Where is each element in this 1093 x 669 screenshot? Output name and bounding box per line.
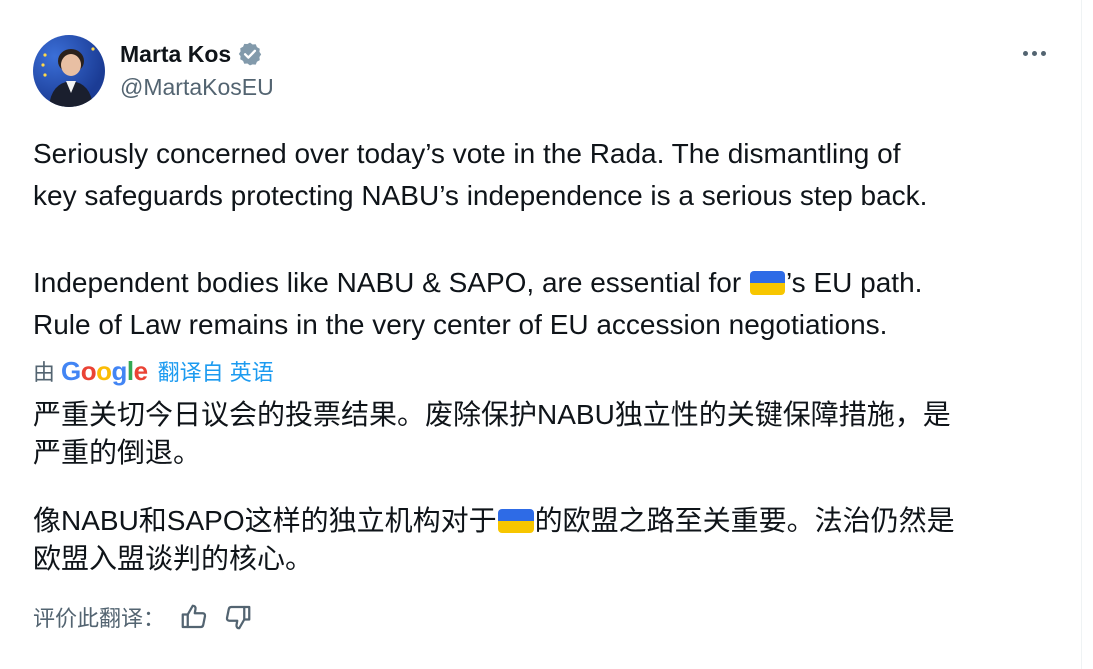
avatar[interactable] bbox=[33, 35, 105, 107]
translation-fragment: 像NABU和SAPO这样的独立机构对于 bbox=[33, 505, 497, 536]
thumbs-up-icon[interactable] bbox=[179, 602, 209, 632]
avatar-photo bbox=[41, 47, 95, 107]
translation-fragment: 的欧盟之路至关重要。法治仍然是 bbox=[534, 505, 955, 536]
author-handle[interactable]: @MartaKosEU bbox=[120, 74, 274, 101]
verified-badge-icon[interactable] bbox=[237, 41, 263, 67]
tweet-text-line: key safeguards protecting NABU’s indepen… bbox=[33, 180, 928, 211]
translated-by-row: 由 Google 翻译自 英语 bbox=[33, 354, 274, 388]
translation-paragraph-2: 像NABU和SAPO这样的独立机构对于 的欧盟之路至关重要。法治仍然是 欧盟入盟谈… bbox=[33, 502, 955, 578]
more-options-icon[interactable] bbox=[1016, 38, 1052, 68]
translation-line: 严重关切今日议会的投票结果。废除保护NABU独立性的关键保障措施，是 bbox=[33, 399, 951, 430]
tweet-text-line: Independent bodies like NABU & SAPO, are… bbox=[33, 262, 922, 304]
translated-by-label: 由 bbox=[33, 360, 56, 385]
translation-source-link[interactable]: 翻译自 英语 bbox=[158, 355, 274, 387]
tweet-text-line: Rule of Law remains in the very center o… bbox=[33, 309, 888, 340]
tweet-text-paragraph-2: Independent bodies like NABU & SAPO, are… bbox=[33, 262, 922, 346]
rate-translation-row: 评价此翻译： bbox=[33, 600, 253, 634]
thumbs-down-icon[interactable] bbox=[223, 602, 253, 632]
author-name[interactable]: Marta Kos bbox=[120, 41, 231, 68]
translation-paragraph-1: 严重关切今日议会的投票结果。废除保护NABU独立性的关键保障措施，是 严重的倒退… bbox=[33, 396, 951, 472]
tweet-card: Marta Kos @MartaKosEU Seriously concerne… bbox=[0, 0, 1082, 669]
tweet-text-fragment: Independent bodies like NABU & SAPO, are… bbox=[33, 267, 749, 298]
rate-translation-label: 评价此翻译： bbox=[33, 606, 166, 631]
ukraine-flag-icon bbox=[497, 509, 534, 533]
google-logo: Google bbox=[61, 355, 148, 386]
translation-line: 严重的倒退。 bbox=[33, 437, 202, 468]
translation-line: 欧盟入盟谈判的核心。 bbox=[33, 543, 314, 574]
tweet-text-line: Seriously concerned over today’s vote in… bbox=[33, 138, 901, 169]
tweet-text-fragment: ’s EU path. bbox=[785, 267, 923, 298]
tweet-text-paragraph-1: Seriously concerned over today’s vote in… bbox=[33, 133, 927, 217]
author-name-row: Marta Kos bbox=[120, 38, 263, 70]
ukraine-flag-icon bbox=[749, 271, 785, 295]
translation-line: 像NABU和SAPO这样的独立机构对于 的欧盟之路至关重要。法治仍然是 bbox=[33, 502, 955, 540]
